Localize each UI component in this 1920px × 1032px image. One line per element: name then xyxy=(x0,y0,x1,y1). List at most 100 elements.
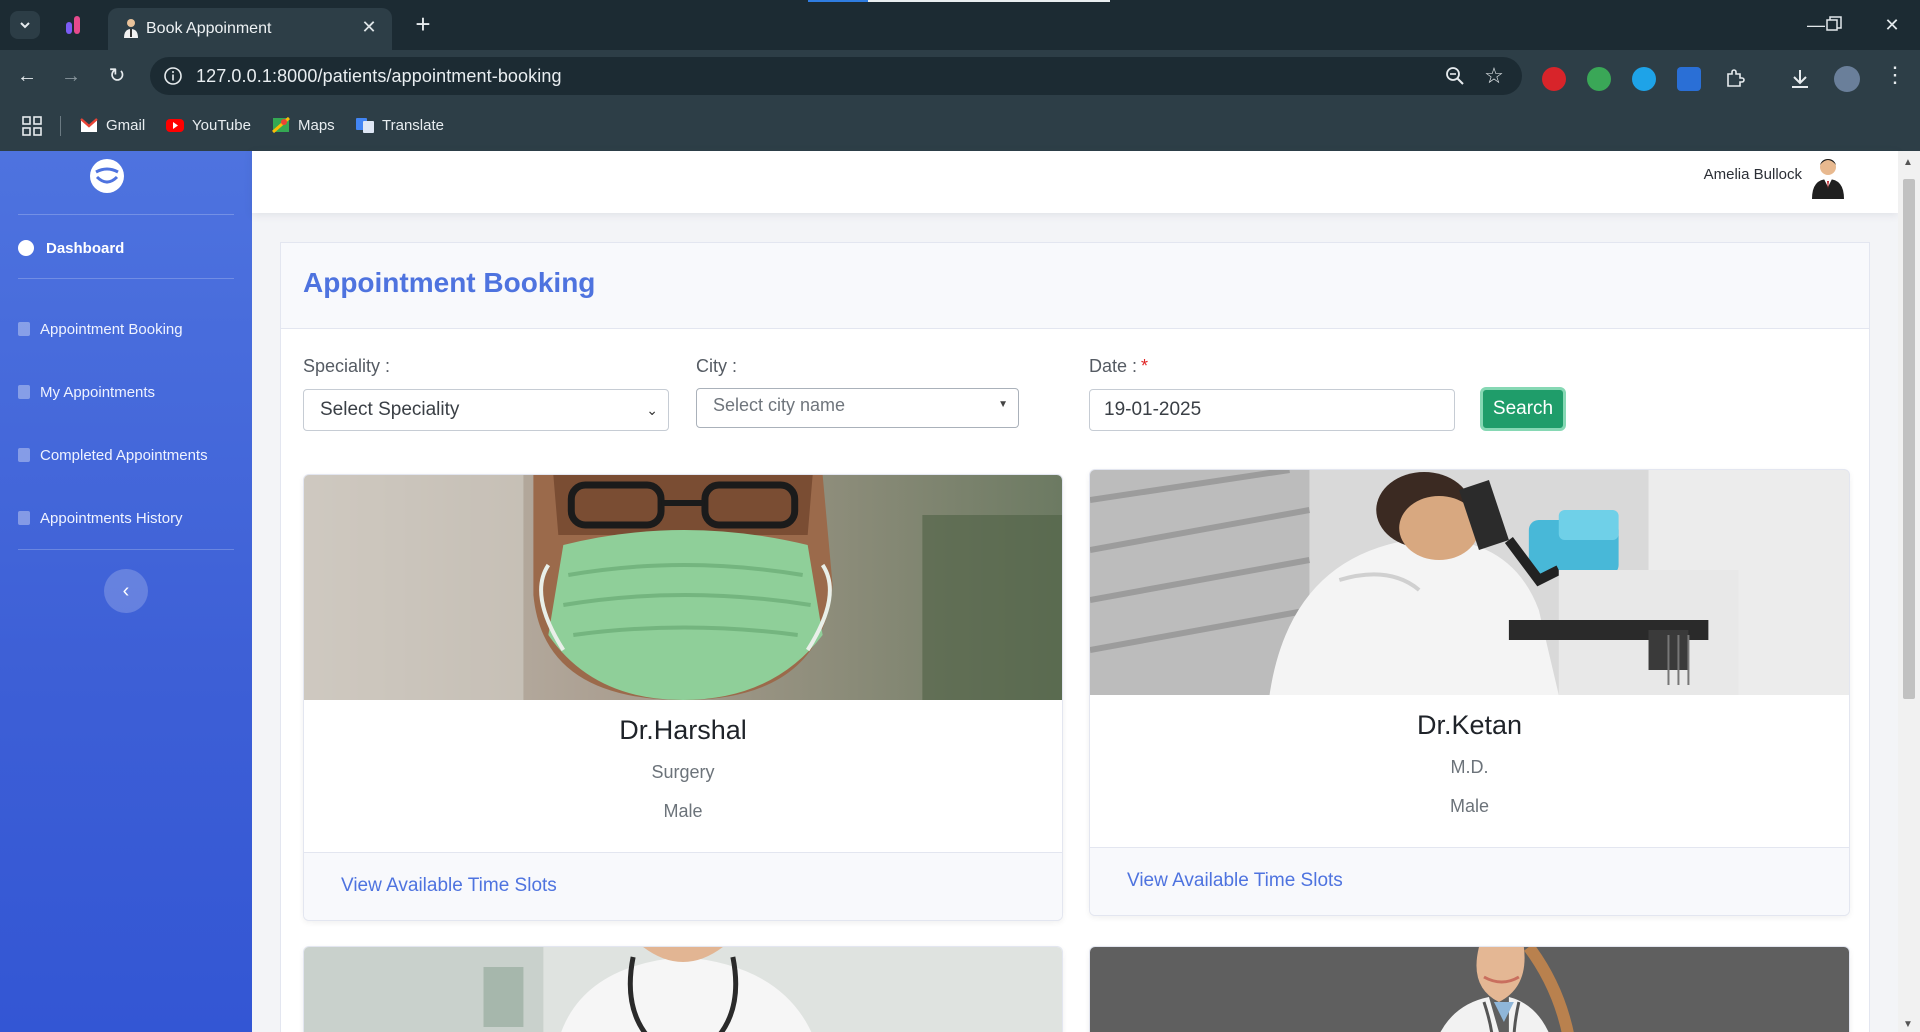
view-time-slots-link[interactable]: View Available Time Slots xyxy=(341,875,557,897)
maps-icon xyxy=(272,117,290,133)
doctor-card xyxy=(303,946,1063,1032)
doctor-favicon-icon xyxy=(124,19,138,38)
bookmark-label: YouTube xyxy=(192,116,251,134)
speciality-selected: Select Speciality xyxy=(320,399,460,420)
required-asterisk: * xyxy=(1141,356,1149,376)
doctor-gender: Male xyxy=(663,801,703,821)
doctor-card xyxy=(1089,946,1850,1032)
active-tab[interactable]: Book Appoinment ✕ xyxy=(108,8,392,50)
city-placeholder: Select city name xyxy=(713,395,846,415)
sidebar-item-completed-appointments[interactable]: Completed Appointments xyxy=(18,443,208,467)
chevron-down-icon: ⌄ xyxy=(646,402,658,418)
calendar-icon xyxy=(18,322,30,336)
user-name[interactable]: Amelia Bullock xyxy=(1704,166,1802,183)
forward-arrow-icon[interactable]: → xyxy=(56,62,86,90)
sidebar-divider xyxy=(18,278,234,279)
grammarly-extension-icon[interactable] xyxy=(1632,67,1656,91)
user-avatar-icon[interactable] xyxy=(1808,155,1848,199)
view-time-slots-link[interactable]: View Available Time Slots xyxy=(1127,870,1343,892)
speciality-select[interactable]: Select Speciality ⌄ xyxy=(303,389,669,431)
doctor-name: Dr.Harshal xyxy=(619,715,747,745)
bookmarks-bar: Gmail YouTube Maps Translate xyxy=(0,100,1920,151)
caret-down-icon: ▼ xyxy=(998,399,1008,410)
close-tab-icon[interactable]: ✕ xyxy=(358,16,380,38)
adblock-extension-icon[interactable] xyxy=(1542,67,1566,91)
brand-logo-icon[interactable] xyxy=(88,157,126,195)
bookmark-label: Translate xyxy=(382,116,444,134)
new-tab-button[interactable]: + xyxy=(408,10,438,40)
translate-extension-icon[interactable] xyxy=(1587,67,1611,91)
doctor-speciality: M.D. xyxy=(1450,757,1489,777)
bookmark-translate[interactable]: Translate xyxy=(356,114,444,136)
zoom-icon[interactable] xyxy=(1444,65,1466,87)
sidebar-item-label: My Appointments xyxy=(40,383,156,401)
translate-icon xyxy=(356,118,374,133)
reload-icon[interactable]: ↻ xyxy=(102,62,132,90)
page-scrollbar[interactable]: ▲ ▼ xyxy=(1898,151,1920,1032)
extensions-puzzle-icon[interactable] xyxy=(1723,67,1747,91)
scroll-down-icon[interactable]: ▼ xyxy=(1903,1019,1913,1030)
sidebar-divider xyxy=(18,549,234,550)
doctor-gender: Male xyxy=(1449,796,1489,816)
sidebar-item-dashboard[interactable]: Dashboard xyxy=(18,236,124,260)
url-text[interactable]: 127.0.0.1:8000/patients/appointment-book… xyxy=(196,66,562,87)
profile-avatar-icon[interactable] xyxy=(1834,66,1860,92)
doctor-card: Dr.Ketan M.D. Male View Available Time S… xyxy=(1089,469,1850,916)
browser-tab-strip: Book Appoinment ✕ + — ✕ xyxy=(0,0,1920,50)
address-bar[interactable]: 127.0.0.1:8000/patients/appointment-book… xyxy=(150,57,1522,95)
date-value: 19-01-2025 xyxy=(1104,399,1202,420)
search-button[interactable]: Search xyxy=(1480,387,1566,431)
bookmarks-divider xyxy=(60,116,61,136)
gmail-icon xyxy=(80,118,98,132)
download-icon[interactable] xyxy=(1788,67,1812,91)
sidebar-item-label: Completed Appointments xyxy=(40,446,208,464)
scroll-up-icon[interactable]: ▲ xyxy=(1903,157,1913,168)
sidebar-item-appointment-booking[interactable]: Appointment Booking xyxy=(18,317,183,341)
bookmark-youtube[interactable]: YouTube xyxy=(166,114,251,136)
doctor-speciality: Surgery xyxy=(651,762,715,782)
sidebar-toggle-button[interactable]: ‹ xyxy=(104,569,148,613)
sidebar-item-label: Appointment Booking xyxy=(40,320,183,338)
fi-extension-icon[interactable] xyxy=(1677,67,1701,91)
doctor-card-footer: View Available Time Slots xyxy=(304,852,1062,920)
apps-grid-icon[interactable] xyxy=(22,116,42,136)
doctor-photo xyxy=(304,475,1062,700)
menu-kebab-icon[interactable]: ⋮ xyxy=(1884,62,1906,88)
date-label: Date : * xyxy=(1089,356,1149,376)
bookmark-label: Maps xyxy=(298,116,335,134)
date-input[interactable]: 19-01-2025 xyxy=(1089,389,1455,431)
youtube-icon xyxy=(166,119,184,132)
chevron-down-icon xyxy=(20,22,30,29)
doctor-card: Dr.Harshal Surgery Male View Available T… xyxy=(303,474,1063,921)
city-label: City : xyxy=(696,356,738,376)
appointment-booking-card: Appointment Booking Speciality : Select … xyxy=(280,242,1870,1032)
doctor-photo xyxy=(1090,470,1849,695)
doctor-card-footer: View Available Time Slots xyxy=(1090,847,1849,915)
app-tab-icon[interactable] xyxy=(64,14,84,36)
bookmark-star-icon[interactable]: ☆ xyxy=(1482,64,1506,88)
tab-search-button[interactable] xyxy=(10,11,40,39)
scrollbar-thumb[interactable] xyxy=(1903,179,1915,699)
sidebar-item-my-appointments[interactable]: My Appointments xyxy=(18,380,155,404)
sidebar-item-label: Appointments History xyxy=(40,509,183,527)
sidebar-item-label: Dashboard xyxy=(46,239,125,257)
sidebar-divider xyxy=(18,214,234,215)
calendar-icon xyxy=(18,448,30,462)
sidebar: Dashboard Appointment Booking My Appoint… xyxy=(0,151,252,1032)
tab-title: Book Appoinment xyxy=(146,20,272,37)
calendar-icon xyxy=(18,385,30,399)
back-arrow-icon[interactable]: ← xyxy=(12,62,42,90)
card-header: Appointment Booking xyxy=(281,243,1869,329)
city-select[interactable]: Select city name ▼ xyxy=(696,388,1019,428)
restore-glyph-icon xyxy=(1826,16,1842,31)
topbar: Amelia Bullock xyxy=(252,151,1898,213)
bookmark-maps[interactable]: Maps xyxy=(272,114,335,136)
sidebar-item-appointments-history[interactable]: Appointments History xyxy=(18,506,183,530)
bookmark-gmail[interactable]: Gmail xyxy=(80,114,145,136)
loading-progress xyxy=(808,0,1110,2)
site-info-icon[interactable] xyxy=(162,65,184,87)
dashboard-gauge-icon xyxy=(18,240,34,256)
doctor-photo xyxy=(304,947,1062,1032)
calendar-icon xyxy=(18,511,30,525)
window-close-icon[interactable]: ✕ xyxy=(1872,12,1912,38)
